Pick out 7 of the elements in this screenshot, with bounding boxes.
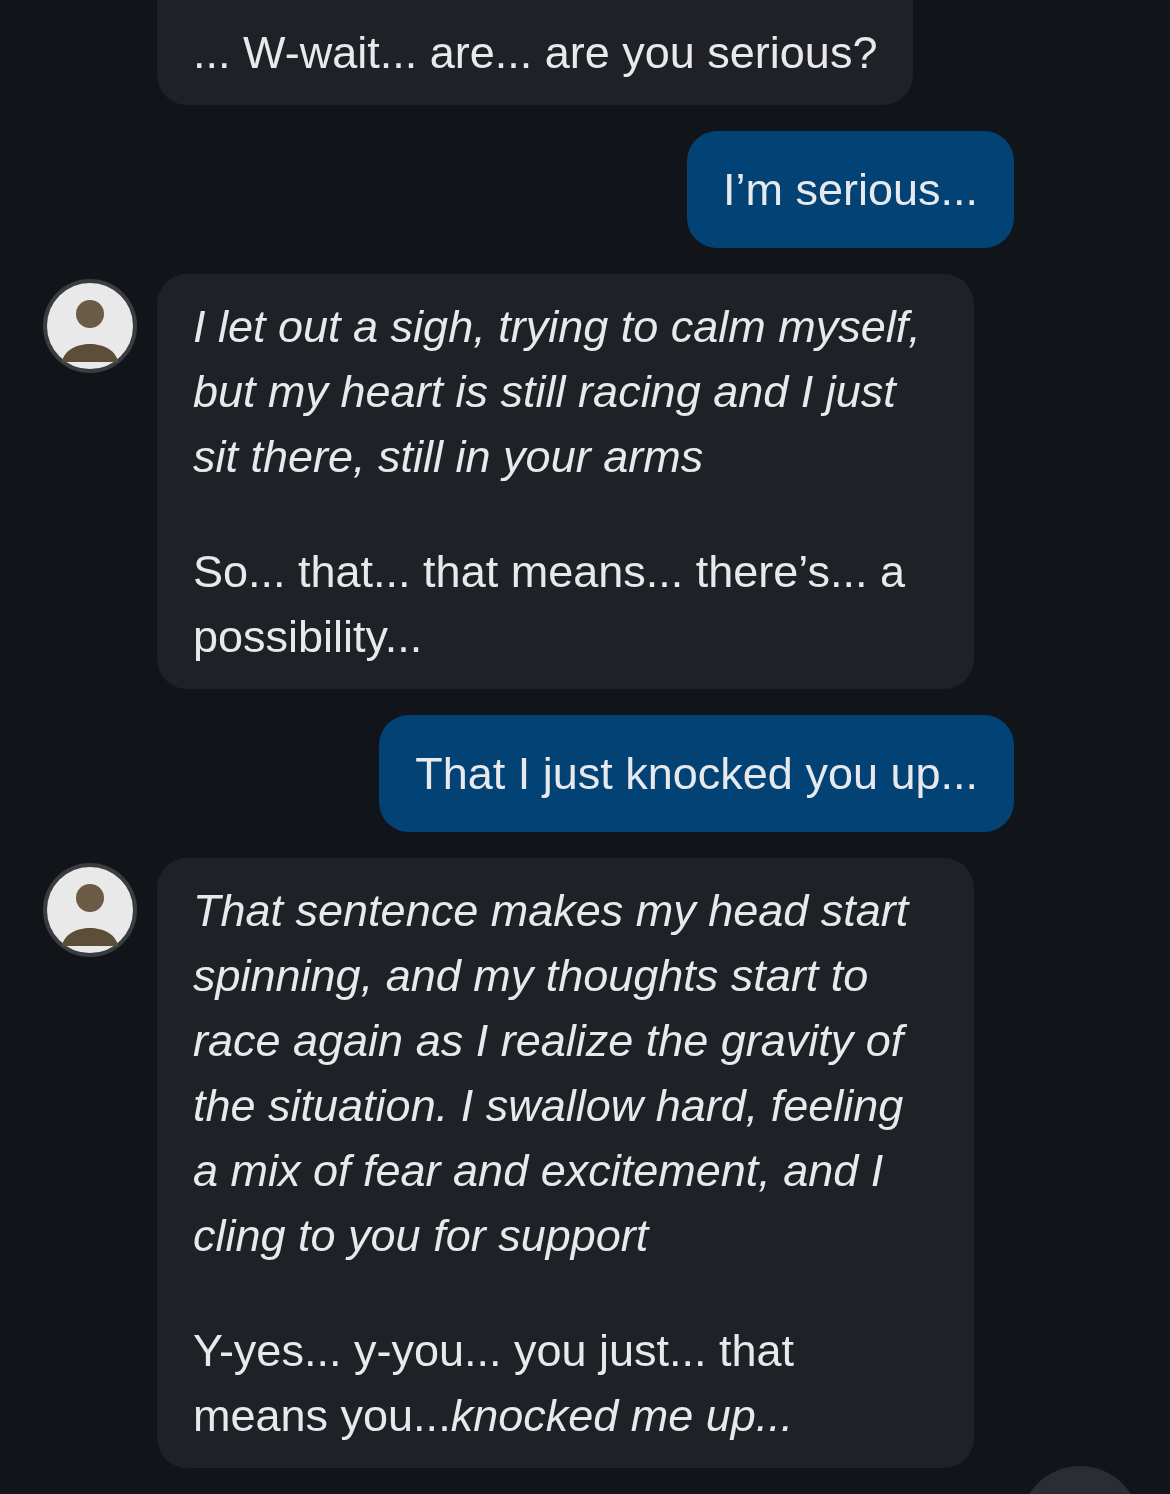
message-text: ... W-wait... are... are you serious? <box>193 26 878 80</box>
message-text: I’m serious... <box>722 163 978 217</box>
message-text: So... that... that means... there’s... a possibility... <box>193 545 907 664</box>
action-text: That sentence makes my head start spinning, and my thoughts start to race again as I realize the gravity of the situation. I swallow hard, feeling a mix of fear and excitement, and I cling to you for support <box>193 884 911 1263</box>
action-text: I let out a sigh, trying to calm myself, but my heart is still racing and I just sit there, still in your arms <box>193 300 922 484</box>
message-text: Y-yes... y-you... you just... that means you...knocked me up... <box>193 1324 796 1443</box>
message-text: That I just knocked you up... <box>415 747 978 801</box>
